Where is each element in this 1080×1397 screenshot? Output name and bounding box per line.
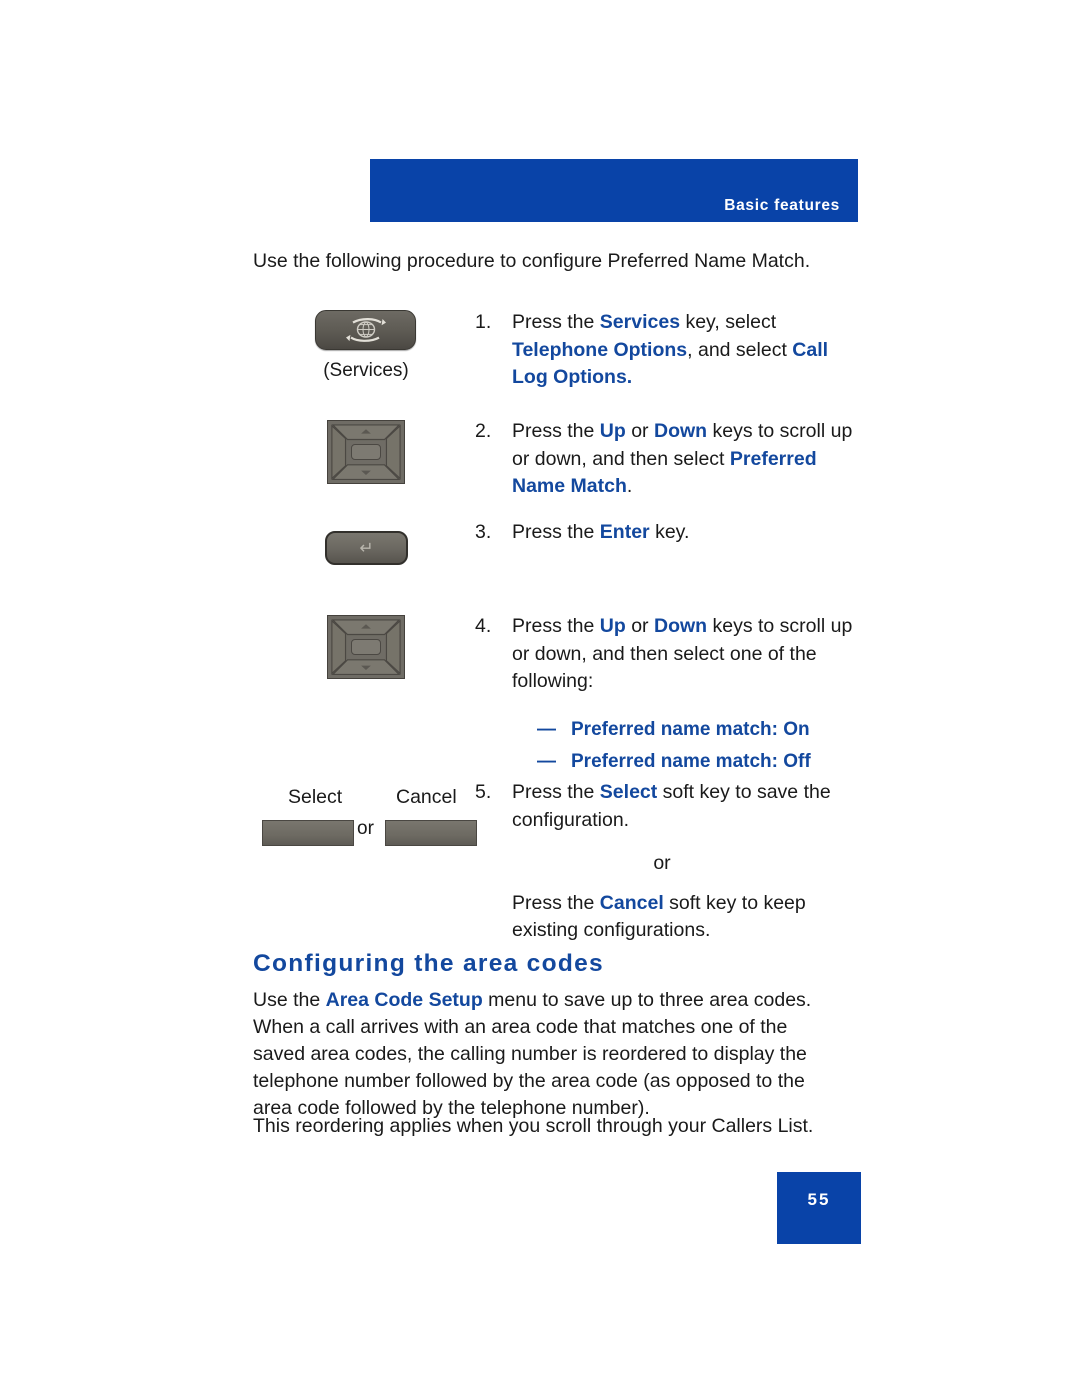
cancel-softkey-label: Cancel (396, 786, 457, 808)
step-2-l1-post: keys to scroll up (707, 420, 853, 442)
step-2-l3-post: . (626, 475, 633, 497)
step-2-l1-bold2: Down (653, 420, 708, 442)
step-3-number: 3. (475, 521, 492, 543)
step-4-l1-bold2: Down (653, 615, 708, 637)
globe-arrows-icon (345, 318, 386, 342)
step-5-or-separator: or (653, 852, 671, 874)
step-1-l1-post: key, select (680, 311, 777, 333)
step-2-l2-bold: Preferred (729, 447, 817, 470)
enter-key-graphic: ↵ (325, 531, 408, 565)
step-4-number: 4. (475, 615, 492, 637)
step-2-l1-mid: or (625, 420, 654, 442)
step-1-l2-bold2: Call (792, 338, 829, 361)
select-softkey-graphic[interactable] (262, 820, 354, 846)
option-dash-icon: — (537, 718, 556, 740)
option-preferred-name-match-off[interactable]: — Preferred name match: Off (537, 746, 862, 778)
step-4-text: Press the Up or Down keys to scroll up o… (512, 613, 862, 778)
option-on-label: Preferred name match: On (571, 718, 810, 740)
step-2-text: Press the Up or Down keys to scroll up o… (512, 418, 862, 501)
document-page: Basic features Use the following procedu… (0, 0, 1080, 1397)
services-key-graphic (315, 310, 416, 350)
intro-paragraph: Use the following procedure to configure… (253, 250, 811, 272)
step-5-l3-post: soft key to keep (663, 891, 806, 914)
step-1: 1. Press the Services key, select Teleph… (475, 309, 862, 392)
option-preferred-name-match-on[interactable]: — Preferred name match: On (537, 714, 862, 746)
step-2-number: 2. (475, 420, 492, 442)
navigation-key-graphic-step4 (327, 615, 405, 679)
step-3-l1-bold: Enter (599, 521, 650, 543)
step-4-option-list: — Preferred name match: On — Preferred nam… (537, 714, 862, 778)
area-code-paragraph-pre: Use the (253, 989, 326, 1011)
header-banner: Basic features (370, 159, 858, 222)
step-1-number: 1. (475, 311, 492, 333)
step-3-text: Press the Enter key. (512, 519, 862, 547)
option-dash-icon: — (537, 750, 556, 772)
step-5: 5. Press the Select soft key to save the… (475, 779, 862, 945)
page-number-box: 55 (777, 1172, 861, 1244)
area-code-paragraph: Use the Area Code Setup menu to save up … (253, 987, 833, 1122)
step-5-l4: existing configurations. (512, 919, 711, 941)
select-softkey-label: Select (288, 786, 343, 808)
step-1-text: Press the Services key, select Telephone… (512, 309, 862, 392)
reordering-paragraph: This reordering applies when you scroll … (253, 1115, 814, 1137)
navigation-key-center-step4 (351, 639, 381, 655)
step-1-l1-pre: Press the (512, 311, 600, 333)
navigation-key-graphic-step2 (327, 420, 405, 484)
step-4-l1-pre: Press the (512, 615, 600, 637)
step-2-l1-pre: Press the (512, 420, 600, 442)
step-4-l3: following: (512, 670, 594, 692)
softkey-or-separator: or (357, 818, 374, 839)
navigation-key-center-step2 (351, 444, 381, 460)
step-4-l1-mid: or (625, 615, 654, 637)
step-1-l2-bold: Telephone Options (512, 338, 688, 361)
step-4-l1-post: keys to scroll up (707, 615, 853, 637)
step-2: 2. Press the Up or Down keys to scroll u… (475, 418, 862, 501)
step-5-l1-pre: Press the (512, 781, 600, 803)
area-code-setup-term: Area Code Setup (325, 989, 483, 1011)
cancel-softkey-graphic[interactable] (385, 820, 477, 846)
step-3-l1-pre: Press the (512, 521, 600, 543)
step-2-l3-bold: Name Match (512, 475, 627, 497)
step-4-l1-bold: Up (599, 615, 626, 637)
step-3-l1-post: key. (649, 521, 690, 543)
step-5-number: 5. (475, 781, 492, 803)
services-key-caption: (Services) (323, 360, 409, 381)
step-5-l3-bold: Cancel (599, 891, 664, 914)
step-3: 3. Press the Enter key. (475, 519, 862, 547)
page-number: 55 (807, 1190, 831, 1209)
enter-return-icon: ↵ (359, 538, 374, 558)
step-5-l2: configuration. (512, 808, 630, 831)
header-title: Basic features (724, 197, 840, 214)
step-2-l1-bold: Up (599, 420, 626, 442)
section-heading: Configuring the area codes (253, 950, 604, 977)
step-5-l1-post: soft key to save the (657, 781, 831, 803)
step-5-l3-pre: Press the (512, 891, 600, 914)
step-1-l1-bold: Services (599, 311, 681, 333)
option-off-label: Preferred name match: Off (571, 750, 811, 772)
step-4-l2: or down, and then select one of the (512, 642, 817, 665)
step-2-l2-pre: or down, and then select (512, 447, 730, 470)
step-5-l1-bold: Select (599, 781, 658, 803)
step-4: 4. Press the Up or Down keys to scroll u… (475, 613, 862, 778)
step-1-l2-mid: , and select (687, 338, 793, 361)
step-1-l3-bold: Log Options. (512, 366, 633, 388)
step-5-text: Press the Select soft key to save the co… (512, 779, 862, 945)
